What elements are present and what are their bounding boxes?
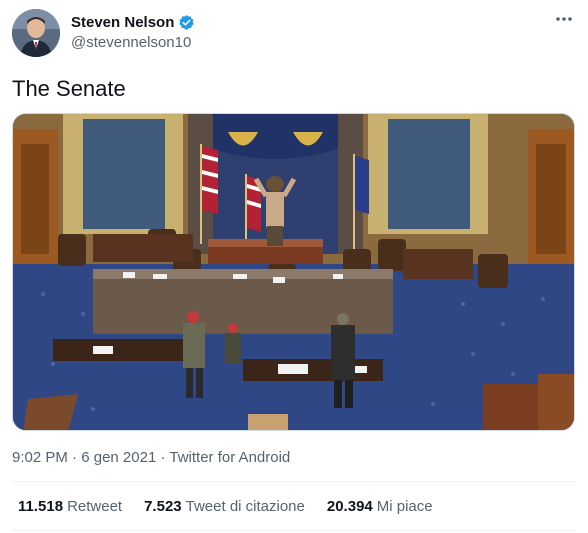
likes-label: Mi piace bbox=[376, 498, 433, 515]
retweets-count: 11.518 bbox=[18, 498, 64, 515]
retweets-stat[interactable]: 11.518 Retweet bbox=[18, 498, 122, 515]
more-options-icon[interactable] bbox=[554, 12, 574, 26]
meta-separator: · bbox=[160, 449, 166, 466]
likes-count: 20.394 bbox=[326, 498, 373, 515]
author-info: Steven Nelson @stevennelson10 bbox=[71, 12, 195, 51]
engagement-stats: 11.518 Retweet 7.523 Tweet di citazione 20… bbox=[18, 498, 433, 515]
meta-separator: · bbox=[72, 449, 78, 466]
verified-badge-icon bbox=[178, 14, 195, 31]
tweet-time[interactable]: 9:02 PM bbox=[12, 449, 68, 466]
quotes-stat[interactable]: 7.523 Tweet di citazione bbox=[144, 498, 305, 515]
senate-chamber-photo bbox=[13, 114, 574, 430]
divider bbox=[12, 530, 576, 531]
avatar[interactable] bbox=[12, 9, 60, 57]
tweet-source[interactable]: Twitter for Android bbox=[169, 449, 290, 466]
tweet-text: The Senate bbox=[12, 76, 126, 101]
tweet-metadata: 9:02 PM · 6 gen 2021 · Twitter for Andro… bbox=[12, 449, 290, 466]
user-handle[interactable]: @stevennelson10 bbox=[71, 34, 195, 51]
tweet-card: Steven Nelson @stevennelson10 The Senate bbox=[0, 0, 588, 533]
divider bbox=[12, 481, 576, 482]
likes-stat[interactable]: 20.394 Mi piace bbox=[327, 498, 433, 515]
display-name[interactable]: Steven Nelson bbox=[71, 14, 174, 31]
retweets-label: Retweet bbox=[67, 498, 123, 515]
tweet-date[interactable]: 6 gen 2021 bbox=[81, 449, 156, 466]
quotes-label: Tweet di citazione bbox=[185, 498, 305, 515]
tweet-photo[interactable] bbox=[12, 113, 575, 431]
quotes-count: 7.523 bbox=[144, 498, 182, 515]
